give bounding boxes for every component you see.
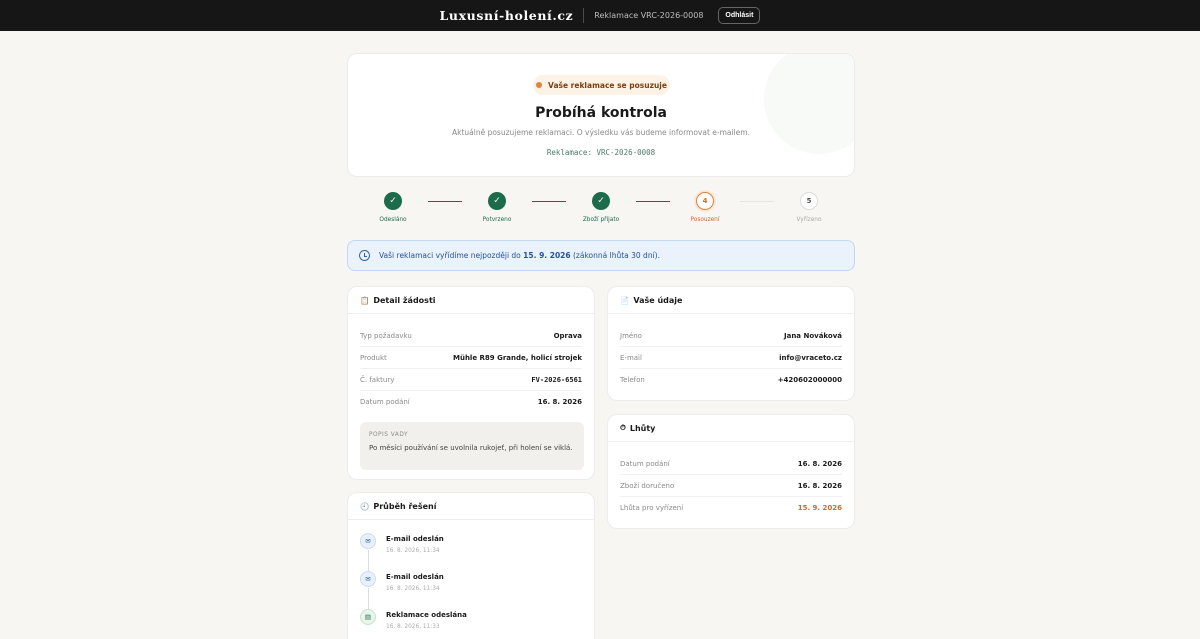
step-label: Odesláno [379,217,407,223]
logout-button[interactable]: Odhlásit [718,7,761,24]
progress-card-title: Průběh řešení [373,501,437,511]
step-posouzeni: 4 Posouzení [665,192,745,223]
status-title: Probíhá kontrola [535,105,667,121]
detail-card-header: 📋 Detail žádosti [348,287,594,314]
deadline-row-label: Zboží doručeno [620,481,675,490]
customer-card-header: 📄 Vaše údaje [608,287,854,314]
progress-card: 🕘 Průběh řešení ✉ E-mail odeslán 16. 8. … [347,492,595,639]
step-vyrizeno: 5 Vyřízeno [769,192,849,223]
timeline-connector [368,550,369,572]
customer-row-label: Jméno [620,331,642,340]
timeline-connector [368,588,369,610]
detail-row-label: Č. faktury [360,375,395,384]
notice-prefix: Vaši reklamaci vyřídíme nejpozději do [379,251,524,260]
customer-row-value: info@vraceto.cz [779,353,842,362]
deadlines-card-header: ⏱ Lhůty [608,415,854,442]
detail-row-value: 16. 8. 2026 [537,398,582,406]
notice-text: Vaši reklamaci vyřídíme nejpozději do 15… [379,251,660,260]
deadline-row: Lhůta pro vyřízení 15. 9. 2026 [620,497,842,519]
detail-card: 📋 Detail žádosti Typ požadavku Oprava Pr… [347,286,595,480]
clock-icon [359,250,370,261]
customer-row-label: Telefon [620,376,645,384]
customer-row: E-mail info@vraceto.cz [620,347,842,369]
step-check-icon: ✓ [592,192,610,210]
detail-row-label: Datum podání [360,398,410,406]
step-odeslano: ✓ Odesláno [353,192,433,223]
timeline-item-title: E-mail odeslán [386,573,444,581]
timeline-item-time: 16. 8. 2026, 11:34 [386,548,440,554]
customer-row: Jméno Jana Nováková [620,325,842,347]
deadline-row-label: Lhůta pro vyřízení [620,504,684,512]
status-badge: Vaše reklamace se posuzuje [533,75,670,95]
step-check-icon: ✓ [384,192,402,210]
top-bar: Luxusní-holení.cz Reklamace VRC-2026-000… [0,0,1200,31]
detail-row-label: Produkt [360,353,387,362]
deadline-row-value: 16. 8. 2026 [797,459,842,468]
status-card: Vaše reklamace se posuzuje Probíhá kontr… [347,53,855,177]
progress-card-header: 🕘 Průběh řešení [348,493,594,520]
deadline-row: Zboží doručeno 16. 8. 2026 [620,475,842,497]
status-dot-icon [536,82,543,88]
step-number: 4 [696,192,714,210]
stopwatch-icon: ⏱ [620,423,626,432]
detail-row-value: Oprava [553,331,582,340]
header-reference: Reklamace VRC-2026-0008 [594,11,704,20]
status-badge-label: Vaše reklamace se posuzuje [548,80,667,90]
timeline-item-time: 16. 8. 2026, 11:34 [386,586,440,592]
defect-description: POPIS VADY Po měsíci používání se uvolni… [360,422,584,470]
detail-row: Typ požadavku Oprava [360,325,582,347]
status-subtitle: Aktuálně posuzujeme reklamaci. O výsledk… [451,128,750,137]
timeline-item-title: E-mail odeslán [386,535,444,543]
customer-card-title: Vaše údaje [633,295,683,305]
customer-row-label: E-mail [620,353,642,362]
customer-row: Telefon +420602000000 [620,369,842,391]
brand-logo[interactable]: Luxusní-holení.cz [440,8,574,23]
detail-row: Datum podání 16. 8. 2026 [360,391,582,413]
defect-text: Po měsíci používání se uvolnila rukojeť,… [369,444,573,452]
detail-row-value: FV-2026-6561 [531,375,582,384]
customer-row-value: +420602000000 [777,376,842,384]
notice-suffix: (zákonná lhůta 30 dní). [570,251,660,260]
deadline-row-value: 16. 8. 2026 [797,481,842,490]
clipboard-icon: 📋 [360,295,370,305]
customer-row-value: Jana Nováková [784,331,842,340]
deadlines-card-title: Lhůty [629,423,656,433]
timeline-item-time: 16. 8. 2026, 11:33 [386,624,440,630]
detail-row-value: Mühle R89 Grande, holicí strojek [453,353,582,362]
step-check-icon: ✓ [488,192,506,210]
step-number: 5 [800,192,818,210]
step-label: Vyřízeno [796,217,822,223]
deadline-notice: Vaši reklamaci vyřídíme nejpozději do 15… [347,240,855,271]
step-potvrzeno: ✓ Potvrzeno [457,192,537,223]
defect-title: POPIS VADY [369,432,409,438]
clipboard-icon: ▤ [360,609,376,625]
header-divider [583,8,585,23]
customer-card: 📄 Vaše údaje Jméno Jana Nováková E-mail … [607,286,855,401]
clock-icon: 🕘 [360,501,370,511]
decorative-circle [764,54,854,154]
timeline-item-title: Reklamace odeslána [386,611,467,619]
deadlines-card: ⏱ Lhůty Datum podání 16. 8. 2026 Zboží d… [607,414,855,529]
mail-icon: ✉ [360,533,376,549]
step-zbozi-prijato: ✓ Zboží přijato [561,192,641,223]
step-label: Potvrzeno [482,217,512,223]
step-label: Zboží přijato [582,217,620,223]
mail-icon: ✉ [360,571,376,587]
deadline-row-label: Datum podání [620,459,670,468]
detail-row: Č. faktury FV-2026-6561 [360,369,582,391]
deadline-row: Datum podání 16. 8. 2026 [620,453,842,475]
detail-row-label: Typ požadavku [360,331,412,340]
document-icon: 📄 [620,295,630,305]
claim-code: Reklamace: VRC-2026-0008 [546,148,656,157]
deadline-row-value: 15. 9. 2026 [797,504,842,512]
detail-card-title: Detail žádosti [373,295,436,305]
notice-date: 15. 9. 2026 [523,251,571,260]
detail-row: Produkt Mühle R89 Grande, holicí strojek [360,347,582,369]
step-label: Posouzení [690,217,720,223]
